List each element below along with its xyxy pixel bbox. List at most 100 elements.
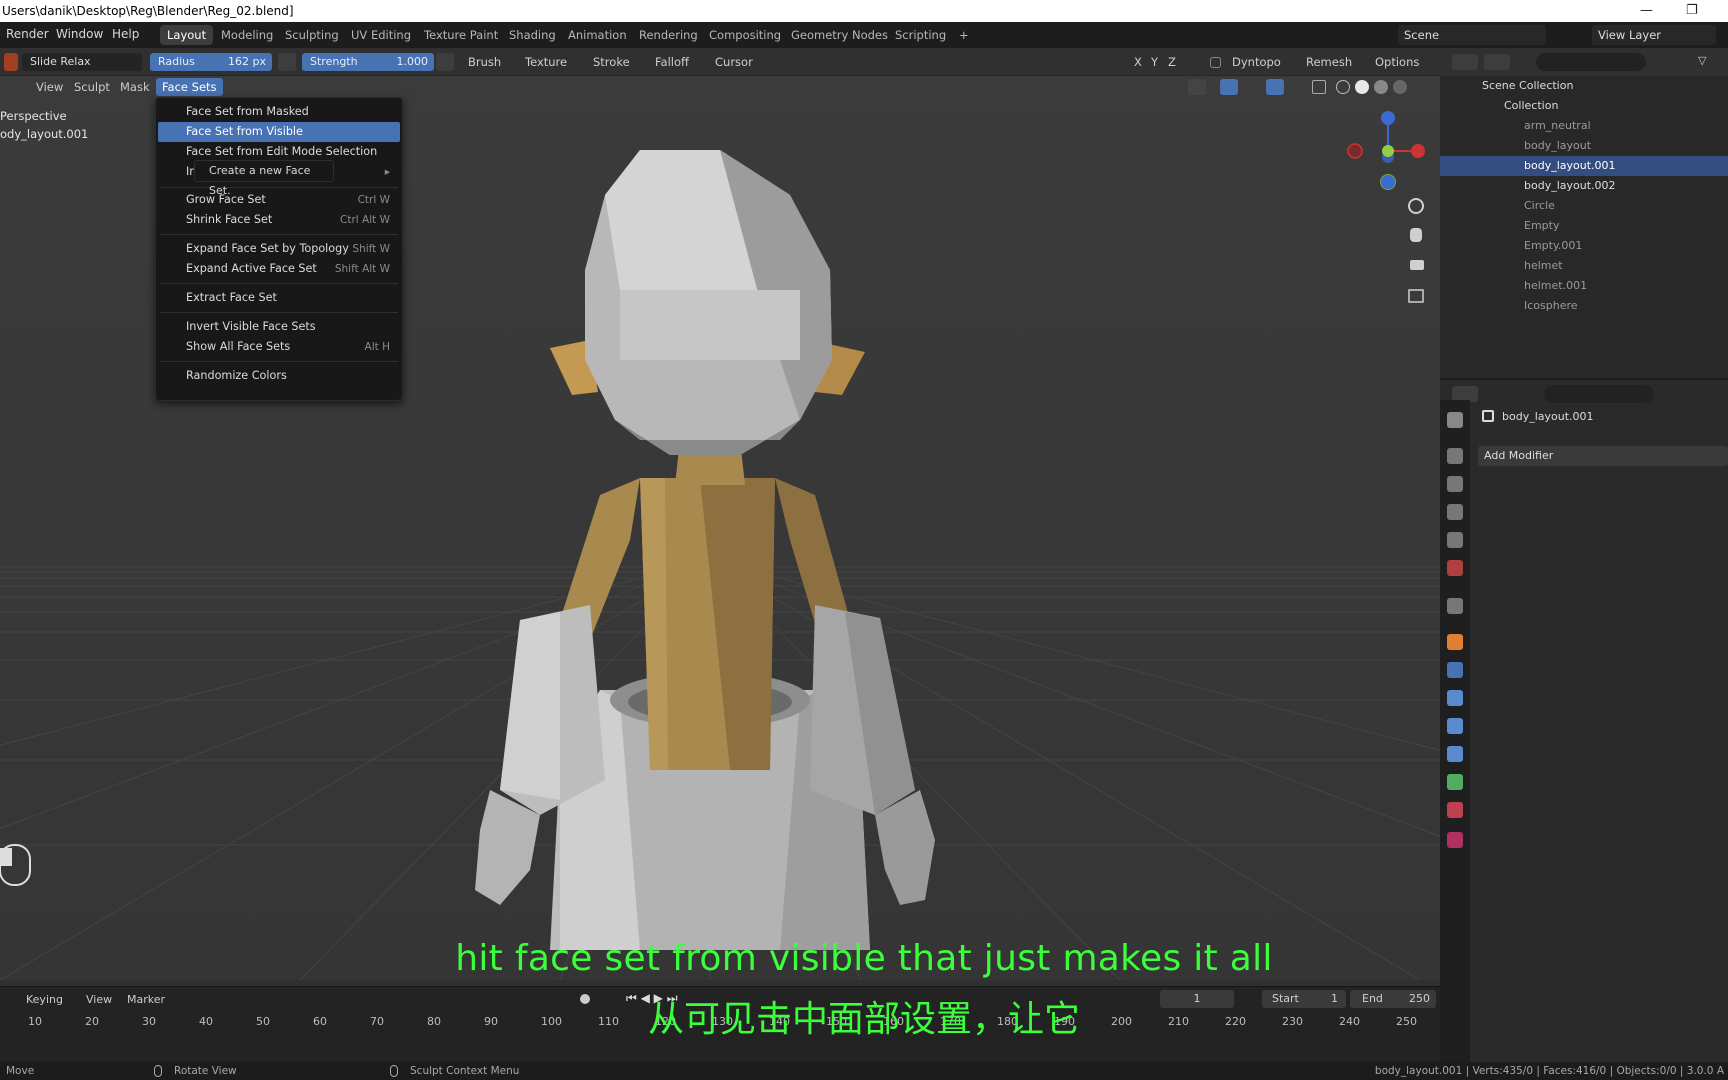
tab-layout[interactable]: Layout <box>160 25 214 45</box>
strength-pressure-icon[interactable] <box>436 53 454 71</box>
xray-icon[interactable] <box>1312 80 1326 94</box>
outliner-search-input[interactable] <box>1536 53 1646 71</box>
material-shading-icon[interactable] <box>1374 80 1388 94</box>
outliner-item-body-layout-001[interactable]: body_layout.001 <box>1440 156 1728 176</box>
collection-tab-icon[interactable] <box>1447 598 1463 614</box>
tab-shading[interactable]: Shading <box>502 25 563 45</box>
collection-row[interactable]: Collection <box>1440 96 1728 116</box>
radius-slider[interactable]: Radius 162 px <box>150 53 272 71</box>
menu-face-set-from-masked[interactable]: Face Set from Masked <box>158 102 400 122</box>
add-modifier-button[interactable]: Add Modifier <box>1478 446 1728 466</box>
menu-help[interactable]: Help <box>112 27 139 41</box>
outliner-item-body-layout[interactable]: body_layout <box>1440 136 1728 156</box>
restore-button[interactable]: ❐ <box>1686 0 1698 22</box>
outliner-item-circle[interactable]: Circle <box>1440 196 1728 216</box>
brush-name-field[interactable]: Slide Relax <box>22 53 142 71</box>
physics-tab-icon[interactable] <box>1447 718 1463 734</box>
view-layer-tab-icon[interactable] <box>1447 504 1463 520</box>
outliner-panel: ▽ Scene Collection Collection arm_neutra… <box>1440 48 1728 378</box>
menu-shortcut: Shift W <box>352 243 390 255</box>
menu-expand-by-topology[interactable]: Expand Face Set by Topology Shift W <box>158 239 400 259</box>
axis-y-toggle[interactable]: Y <box>1151 53 1158 71</box>
output-tab-icon[interactable] <box>1447 476 1463 492</box>
constraints-tab-icon[interactable] <box>1447 746 1463 762</box>
viewport-menu-sculpt[interactable]: Sculpt <box>74 80 110 94</box>
tab-scripting[interactable]: Scripting <box>888 25 953 45</box>
tab-uv-editing[interactable]: UV Editing <box>344 25 418 45</box>
scene-collection-row[interactable]: Scene Collection <box>1440 76 1728 96</box>
stroke-dropdown[interactable]: Stroke <box>593 53 630 71</box>
row-label: body_layout.001 <box>1524 159 1616 172</box>
remesh-dropdown[interactable]: Remesh <box>1306 53 1352 71</box>
outliner-item-helmet[interactable]: helmet <box>1440 256 1728 276</box>
outliner-item-empty-001[interactable]: Empty.001 <box>1440 236 1728 256</box>
row-label: arm_neutral <box>1524 119 1591 132</box>
tab-texture-paint[interactable]: Texture Paint <box>417 25 505 45</box>
wireframe-shading-icon[interactable] <box>1336 80 1350 94</box>
menu-randomize-colors[interactable]: Randomize Colors <box>158 366 400 386</box>
cursor-dropdown[interactable]: Cursor <box>715 53 753 71</box>
viewport-menu-face-sets[interactable]: Face Sets <box>156 78 223 96</box>
texture-dropdown[interactable]: Texture <box>525 53 567 71</box>
options-dropdown[interactable]: Options <box>1375 53 1419 71</box>
menu-face-set-from-edit-selection[interactable]: Face Set from Edit Mode Selection <box>158 142 400 162</box>
tab-sculpting[interactable]: Sculpting <box>278 25 346 45</box>
menu-invert-visible[interactable]: Invert Visible Face Sets <box>158 317 400 337</box>
row-label: Scene Collection <box>1482 79 1574 92</box>
tab-modeling[interactable]: Modeling <box>214 25 280 45</box>
menu-extract-face-set[interactable]: Extract Face Set <box>158 288 400 308</box>
outliner-item-icosphere[interactable]: Icosphere <box>1440 296 1728 316</box>
tab-geometry-nodes[interactable]: Geometry Nodes <box>784 25 895 45</box>
tab-animation[interactable]: Animation <box>561 25 634 45</box>
radius-pressure-icon[interactable] <box>278 53 296 71</box>
menu-grow-face-set[interactable]: Grow Face Set Ctrl W <box>158 190 400 210</box>
brush-icon[interactable] <box>4 53 18 71</box>
gizmo-toggle-icon[interactable] <box>1220 79 1238 95</box>
texture-tab-icon[interactable] <box>1447 832 1463 848</box>
brush-dropdown[interactable]: Brush <box>468 53 501 71</box>
world-tab-icon[interactable] <box>1447 560 1463 576</box>
particles-tab-icon[interactable] <box>1447 690 1463 706</box>
solid-shading-icon[interactable] <box>1355 80 1369 94</box>
tab-rendering[interactable]: Rendering <box>632 25 705 45</box>
render-tab-icon[interactable] <box>1447 448 1463 464</box>
menu-show-all[interactable]: Show All Face Sets Alt H <box>158 337 400 357</box>
modifier-tab-icon[interactable] <box>1447 662 1463 678</box>
data-tab-icon[interactable] <box>1447 774 1463 790</box>
visibility-icon[interactable] <box>1188 79 1206 95</box>
axis-x-toggle[interactable]: X <box>1134 53 1142 71</box>
menu-shrink-face-set[interactable]: Shrink Face Set Ctrl Alt W <box>158 210 400 230</box>
outliner-item-body-layout-002[interactable]: body_layout.002 <box>1440 176 1728 196</box>
tool-tab-icon[interactable] <box>1447 412 1463 428</box>
rendered-shading-icon[interactable] <box>1393 80 1407 94</box>
display-mode-icon[interactable] <box>1484 54 1510 70</box>
menu-render[interactable]: Render <box>6 27 49 41</box>
editor-type-icon[interactable] <box>1452 54 1478 70</box>
properties-search-input[interactable] <box>1544 385 1654 403</box>
filter-icon[interactable]: ▽ <box>1698 54 1706 67</box>
axis-z-toggle[interactable]: Z <box>1168 53 1176 71</box>
view-layer-selector[interactable]: View Layer <box>1592 25 1716 45</box>
falloff-dropdown[interactable]: Falloff <box>655 53 689 71</box>
add-workspace-button[interactable]: + <box>952 25 976 45</box>
overlay-toggle-icon[interactable] <box>1266 79 1284 95</box>
viewport-menu-view[interactable]: View <box>36 80 63 94</box>
outliner-item-arm-neutral[interactable]: arm_neutral <box>1440 116 1728 136</box>
object-tab-icon[interactable] <box>1447 634 1463 650</box>
dyntopo-checkbox[interactable] <box>1210 57 1221 68</box>
dyntopo-dropdown[interactable]: Dyntopo <box>1232 53 1281 71</box>
outliner-item-empty[interactable]: Empty <box>1440 216 1728 236</box>
menu-window[interactable]: Window <box>56 27 103 41</box>
outliner-item-helmet-001[interactable]: helmet.001 <box>1440 276 1728 296</box>
minimize-button[interactable]: — <box>1640 0 1653 22</box>
menu-face-set-from-visible[interactable]: Face Set from Visible <box>158 122 400 142</box>
strength-slider[interactable]: Strength 1.000 <box>302 53 434 71</box>
scene-selector[interactable]: Scene <box>1398 25 1546 45</box>
menu-expand-active[interactable]: Expand Active Face Set Shift Alt W <box>158 259 400 279</box>
viewport-menu-mask[interactable]: Mask <box>120 80 150 94</box>
material-tab-icon[interactable] <box>1447 802 1463 818</box>
window-titlebar: Users\danik\Desktop\Reg\Blender\Reg_02.b… <box>0 0 1728 22</box>
scene-tab-icon[interactable] <box>1447 532 1463 548</box>
row-label: Empty.001 <box>1524 239 1583 252</box>
tab-compositing[interactable]: Compositing <box>702 25 788 45</box>
